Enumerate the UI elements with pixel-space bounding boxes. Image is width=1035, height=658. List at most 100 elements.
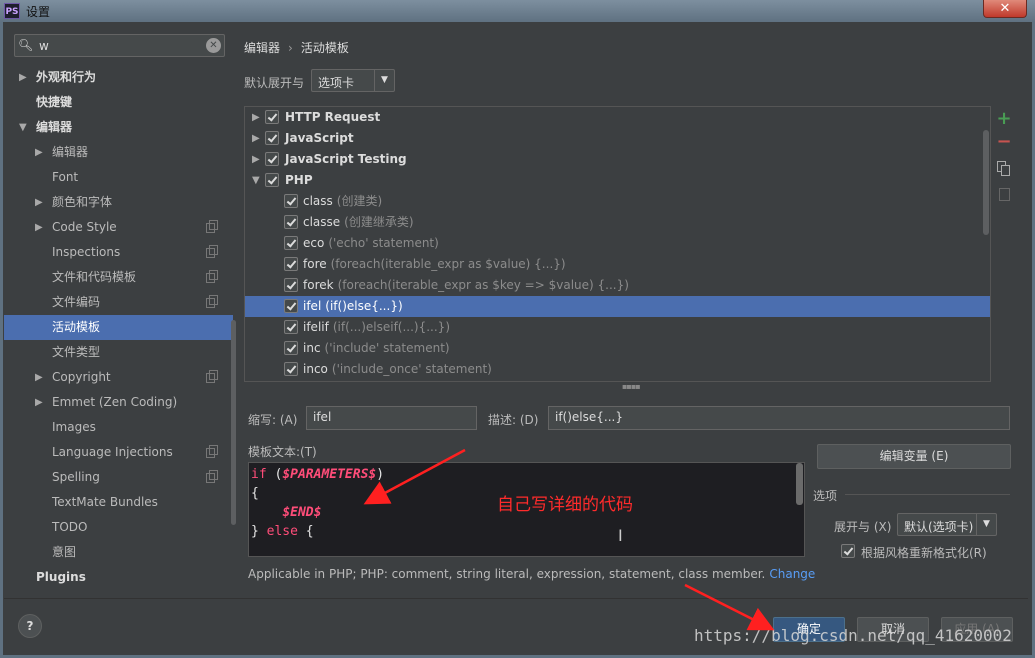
template-checkbox[interactable] [284, 341, 298, 355]
template-row[interactable]: ifel (if()else{...}) [245, 296, 990, 317]
template-group-row[interactable]: ▶ JavaScript Testing [245, 149, 990, 170]
template-checkbox[interactable] [265, 173, 279, 187]
template-checkbox[interactable] [284, 236, 298, 250]
breadcrumb: 编辑器 › 活动模板 [244, 39, 349, 56]
expand-right-icon[interactable]: ▶ [252, 107, 262, 128]
template-checkbox[interactable] [284, 194, 298, 208]
sidebar-item[interactable]: Language Injections [4, 440, 233, 465]
sidebar-item[interactable]: Plugins [4, 565, 233, 590]
expand-right-icon[interactable]: ▶ [35, 190, 45, 215]
expand-right-icon[interactable]: ▶ [252, 128, 262, 149]
template-description: ('include' statement) [324, 341, 450, 355]
settings-search[interactable]: 🔍︎ ✕ [14, 34, 225, 57]
sidebar-item[interactable]: 文件类型 [4, 340, 233, 365]
template-abbreviation: eco ('echo' statement) [303, 233, 439, 254]
editor-scrollbar[interactable] [796, 463, 803, 505]
sidebar-item[interactable]: ▶ 颜色和字体 [4, 190, 233, 215]
template-abbreviation: ifelif (if(...)elseif(...){...}) [303, 317, 450, 338]
template-abbreviation: forek (foreach(iterable_expr as $key => $… [303, 275, 629, 296]
reformat-checkbox[interactable] [841, 544, 855, 558]
expand-right-icon[interactable]: ▶ [35, 365, 45, 390]
expand-right-icon[interactable]: ▶ [35, 140, 45, 165]
resize-grip-icon[interactable]: ▪▪▪▪ [622, 382, 641, 391]
expand-right-icon[interactable]: ▶ [35, 215, 45, 240]
sidebar-item[interactable]: 文件和代码模板 [4, 265, 233, 290]
template-row[interactable]: class (创建类) [245, 191, 990, 212]
template-checkbox[interactable] [284, 320, 298, 334]
search-input[interactable] [39, 37, 199, 54]
sidebar-item[interactable]: 文件编码 [4, 290, 233, 315]
clear-search-icon[interactable]: ✕ [206, 38, 221, 53]
edit-icon [995, 186, 1013, 204]
sidebar-item[interactable]: ▶ 外观和行为 [4, 65, 233, 90]
description-field[interactable]: if()else{...} [548, 406, 1010, 430]
sidebar-item[interactable]: ▶ Emmet (Zen Coding) [4, 390, 233, 415]
sidebar-item[interactable]: ▶ 编辑器 [4, 140, 233, 165]
template-description: (foreach(iterable_expr as $key => $value… [337, 278, 629, 292]
template-checkbox[interactable] [284, 362, 298, 376]
breadcrumb-parent[interactable]: 编辑器 [244, 41, 280, 55]
edit-variables-button[interactable]: 编辑变量 (E) [817, 444, 1011, 469]
copy-icon[interactable] [995, 160, 1013, 178]
sidebar-item-label: Emmet (Zen Coding) [52, 395, 178, 409]
code-text: { [251, 486, 259, 501]
sidebar-item[interactable]: TODO [4, 515, 233, 540]
code-text: } [251, 524, 267, 539]
template-row[interactable]: inc ('include' statement) [245, 338, 990, 359]
sidebar-item-label: Language Injections [52, 445, 173, 459]
sidebar-item[interactable]: Images [4, 415, 233, 440]
template-row[interactable]: classe (创建继承类) [245, 212, 990, 233]
change-context-link[interactable]: Change [769, 567, 815, 581]
templates-scrollbar[interactable] [983, 130, 989, 235]
help-button[interactable]: ? [18, 614, 42, 638]
sidebar-item-label: Code Style [52, 220, 117, 234]
template-checkbox[interactable] [284, 278, 298, 292]
remove-icon[interactable]: − [995, 133, 1013, 151]
expand-down-icon[interactable]: ▼ [19, 115, 29, 140]
template-group-row[interactable]: ▶ JavaScript [245, 128, 990, 149]
sidebar-item-label: 文件类型 [52, 345, 101, 359]
default-expand-select[interactable]: 选项卡 ▼ [311, 69, 395, 92]
expand-right-icon[interactable]: ▶ [35, 390, 45, 415]
search-icon[interactable]: 🔍︎ [18, 38, 34, 54]
template-row[interactable]: fore (foreach(iterable_expr as $value) {.… [245, 254, 990, 275]
sidebar-scrollbar[interactable] [231, 320, 236, 525]
close-button[interactable]: ✕ [983, 0, 1027, 18]
template-checkbox[interactable] [284, 257, 298, 271]
sidebar-item[interactable]: ▼ 编辑器 [4, 115, 233, 140]
settings-sidebar: 🔍︎ ✕ ▶ 外观和行为快捷键 ▼ 编辑器 ▶ 编辑器 Font ▶ 颜色和字体 ▶ Code St… [4, 30, 236, 598]
code-line: if ($PARAMETERS$) [251, 465, 384, 484]
template-checkbox[interactable] [284, 299, 298, 313]
template-row[interactable]: forek (foreach(iterable_expr as $key => $… [245, 275, 990, 296]
abbreviation-field[interactable]: ifel [306, 406, 477, 430]
watermark: https://blog.csdn.net/qq_41620002 [694, 626, 1012, 645]
template-checkbox[interactable] [284, 215, 298, 229]
sidebar-item[interactable]: ▶ Copyright [4, 365, 233, 390]
template-abbreviation-text: classe [303, 215, 341, 229]
reformat-label[interactable]: 根据风格重新格式化(R) [861, 544, 987, 561]
template-group-row[interactable]: ▶ HTTP Request [245, 107, 990, 128]
template-checkbox[interactable] [265, 110, 279, 124]
template-abbreviation-text: JavaScript Testing [285, 152, 407, 166]
expand-down-icon[interactable]: ▼ [252, 170, 262, 191]
template-checkbox[interactable] [265, 131, 279, 145]
expand-right-icon[interactable]: ▶ [252, 149, 262, 170]
sidebar-item[interactable]: TextMate Bundles [4, 490, 233, 515]
template-row[interactable]: eco ('echo' statement) [245, 233, 990, 254]
add-icon[interactable]: + [995, 110, 1013, 128]
sidebar-item[interactable]: 快捷键 [4, 90, 233, 115]
sidebar-item[interactable]: Spelling [4, 465, 233, 490]
template-abbreviation: JavaScript [285, 128, 354, 149]
expand-right-icon[interactable]: ▶ [19, 65, 29, 90]
template-row[interactable]: ifelif (if(...)elseif(...){...}) [245, 317, 990, 338]
template-abbreviation-text: inco [303, 362, 328, 376]
template-row[interactable]: inco ('include_once' statement) [245, 359, 990, 380]
options-expand-select[interactable]: 默认(选项卡) ▼ [897, 513, 997, 536]
sidebar-item[interactable]: ▶ Code Style [4, 215, 233, 240]
sidebar-item[interactable]: 意图 [4, 540, 233, 565]
sidebar-item[interactable]: Inspections [4, 240, 233, 265]
template-checkbox[interactable] [265, 152, 279, 166]
template-group-row[interactable]: ▼ PHP [245, 170, 990, 191]
sidebar-item[interactable]: 活动模板 [4, 315, 233, 340]
sidebar-item[interactable]: Font [4, 165, 233, 190]
